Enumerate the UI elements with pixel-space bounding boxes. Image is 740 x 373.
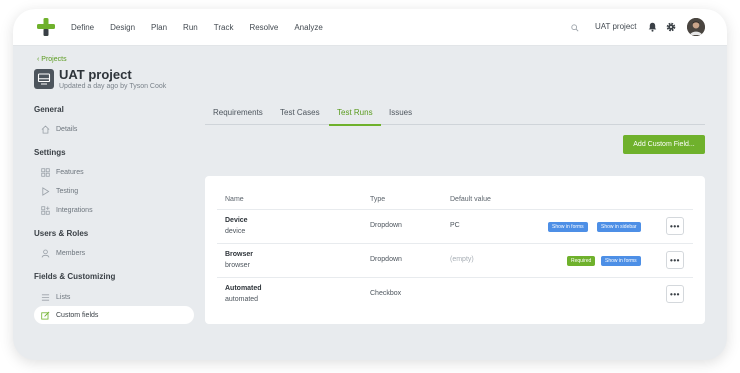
- nav-item-design[interactable]: Design: [110, 23, 135, 32]
- user-icon: [41, 249, 50, 258]
- status-badge: Required: [567, 256, 596, 266]
- list-icon: [41, 293, 50, 301]
- breadcrumb-label: Projects: [41, 56, 67, 63]
- play-icon: [42, 186, 50, 196]
- nav-item-plan[interactable]: Plan: [151, 23, 167, 32]
- nav-item-analyze[interactable]: Analyze: [294, 23, 322, 32]
- search-icon[interactable]: [571, 24, 579, 32]
- project-icon: [34, 69, 54, 89]
- sidebar-item-lists[interactable]: Lists: [34, 288, 194, 306]
- field-type: Dropdown: [370, 256, 402, 263]
- status-badge: Show in sidebar: [597, 222, 641, 232]
- tab-bar: Requirements Test Cases Test Runs Issues: [205, 105, 705, 126]
- active-tab-indicator: [329, 124, 381, 126]
- home-icon: [41, 125, 50, 134]
- field-name: Automated: [225, 285, 262, 292]
- nav-item-resolve[interactable]: Resolve: [249, 23, 278, 32]
- field-default-value: PC: [450, 222, 460, 229]
- row-actions-button[interactable]: •••: [666, 285, 684, 303]
- field-key: automated: [225, 296, 259, 303]
- status-badge: Show in forms: [601, 256, 641, 266]
- user-avatar[interactable]: [687, 18, 705, 36]
- project-switcher[interactable]: UAT project: [595, 22, 637, 31]
- column-header-name: Name: [225, 196, 244, 203]
- column-header-default: Default value: [450, 196, 491, 203]
- main-nav: Define Design Plan Run Track Resolve Ana…: [71, 9, 323, 46]
- status-badge: Show in forms: [548, 222, 588, 232]
- field-default-value: (empty): [450, 256, 474, 263]
- tab-test-runs[interactable]: Test Runs: [337, 108, 373, 117]
- grid-icon: [41, 167, 50, 177]
- page-title: UAT project: [59, 67, 132, 82]
- nav-item-track[interactable]: Track: [214, 23, 234, 32]
- app-window: Define Design Plan Run Track Resolve Ana…: [13, 9, 727, 360]
- project-updated-info: Updated a day ago by Tyson Cook: [59, 83, 167, 90]
- tab-requirements[interactable]: Requirements: [213, 108, 263, 117]
- tab-issues[interactable]: Issues: [389, 108, 412, 117]
- field-type: Dropdown: [370, 222, 402, 229]
- sidebar-item-label: Testing: [56, 187, 79, 195]
- breadcrumb-back-link[interactable]: ‹ Projects: [37, 56, 67, 63]
- field-key: browser: [225, 262, 250, 269]
- tab-test-cases[interactable]: Test Cases: [280, 108, 320, 117]
- table-row[interactable]: Browser browser Dropdown (empty) Require…: [217, 243, 693, 277]
- bell-icon[interactable]: [648, 22, 657, 32]
- sidebar-item-label: Members: [56, 249, 86, 257]
- row-actions-button[interactable]: •••: [666, 217, 684, 235]
- app-logo-icon[interactable]: [37, 18, 55, 36]
- sidebar-heading-fields-customizing: Fields & Customizing: [34, 272, 116, 281]
- table-row[interactable]: Device device Dropdown PC Show in forms …: [217, 209, 693, 243]
- gear-icon[interactable]: [666, 22, 676, 32]
- field-name: Device: [225, 217, 248, 224]
- top-navigation-bar: Define Design Plan Run Track Resolve Ana…: [13, 9, 727, 46]
- field-name: Browser: [225, 251, 254, 258]
- add-custom-field-button[interactable]: Add Custom Field...: [623, 135, 705, 154]
- grid-plus-icon: [41, 205, 50, 215]
- sidebar-heading-users-roles: Users & Roles: [34, 229, 89, 238]
- sidebar-heading-general: General: [34, 105, 64, 114]
- sidebar-item-label: Details: [56, 125, 78, 133]
- sidebar-item-integrations[interactable]: Integrations: [34, 201, 194, 219]
- sidebar-item-label: Features: [56, 168, 84, 176]
- custom-fields-table: Name Type Default value Device device Dr…: [205, 176, 705, 324]
- sidebar-item-testing[interactable]: Testing: [34, 182, 194, 200]
- sidebar-item-custom-fields[interactable]: Custom fields: [34, 306, 194, 324]
- sidebar-item-members[interactable]: Members: [34, 244, 194, 262]
- field-type: Checkbox: [370, 290, 402, 297]
- sidebar-item-features[interactable]: Features: [34, 163, 194, 181]
- row-actions-button[interactable]: •••: [666, 251, 684, 269]
- sidebar-item-details[interactable]: Details: [34, 120, 194, 138]
- field-key: device: [225, 228, 246, 235]
- column-header-type: Type: [370, 196, 386, 203]
- table-row[interactable]: Automated automated Checkbox •••: [217, 277, 693, 311]
- edit-icon: [41, 311, 50, 320]
- sidebar-item-label: Custom fields: [56, 311, 99, 319]
- nav-item-define[interactable]: Define: [71, 23, 94, 32]
- nav-item-run[interactable]: Run: [183, 23, 198, 32]
- sidebar-heading-settings: Settings: [34, 148, 66, 157]
- sidebar-item-label: Lists: [56, 293, 71, 301]
- sidebar-item-label: Integrations: [56, 206, 93, 214]
